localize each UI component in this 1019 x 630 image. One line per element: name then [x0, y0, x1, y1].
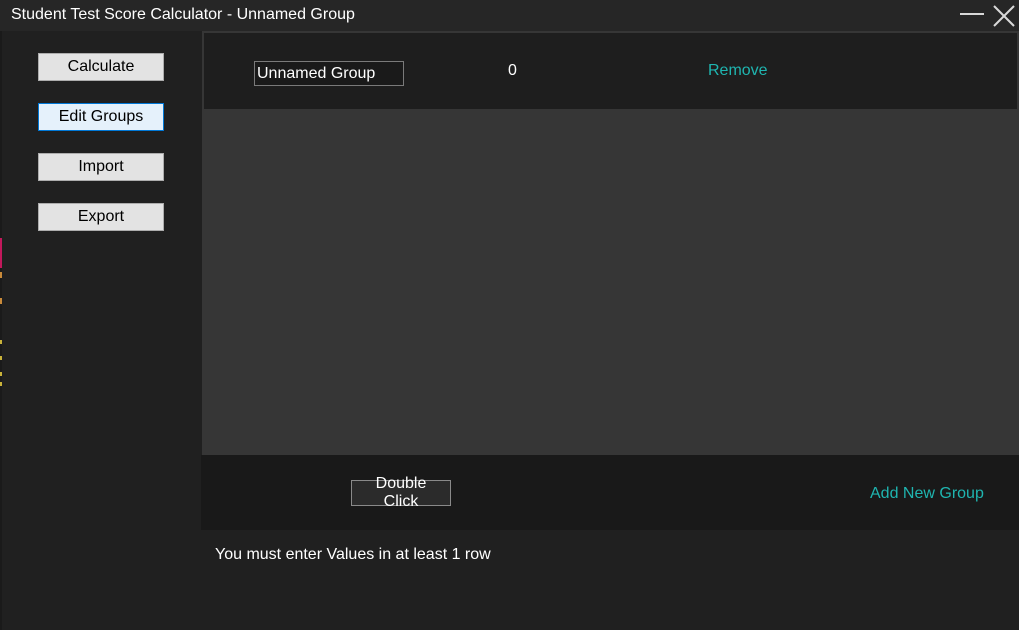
import-button[interactable]: Import [38, 153, 164, 181]
add-new-group-link[interactable]: Add New Group [870, 485, 984, 503]
export-button[interactable]: Export [38, 203, 164, 231]
edge-marker [0, 356, 2, 360]
minimize-icon[interactable] [960, 13, 984, 15]
remove-group-link[interactable]: Remove [708, 62, 768, 80]
edge-marker [0, 340, 2, 344]
edge-marker [0, 272, 2, 278]
title-bar: Student Test Score Calculator - Unnamed … [0, 0, 1019, 31]
edge-marker [0, 382, 2, 386]
edge-marker [0, 238, 2, 268]
double-click-button[interactable]: Double Click [351, 475, 451, 510]
group-count: 0 [508, 62, 517, 79]
edge-marker [0, 298, 2, 304]
close-icon[interactable] [991, 3, 1017, 29]
edit-groups-button[interactable]: Edit Groups [38, 103, 164, 131]
calculate-button[interactable]: Calculate [38, 53, 164, 81]
window-left-edge [0, 31, 2, 630]
group-name-input[interactable] [254, 61, 404, 86]
window-title: Student Test Score Calculator - Unnamed … [11, 6, 355, 23]
validation-message: You must enter Values in at least 1 row [215, 546, 491, 563]
edge-marker [0, 372, 2, 376]
